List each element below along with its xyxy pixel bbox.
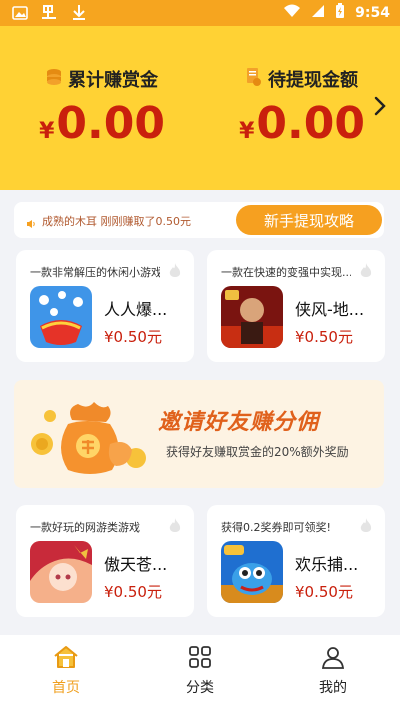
game-title: 侠风-地... <box>295 300 365 319</box>
currency-symbol: ¥ <box>239 119 255 144</box>
game-description: 一款好玩的网游类游戏 <box>30 521 140 534</box>
game-card[interactable]: 一款在快速的变强中实现... 侠风-地... ¥0.50元 <box>207 250 385 362</box>
tab-home[interactable]: 首页 <box>26 645 106 697</box>
total-earned-stat: 累计赚赏金 ¥0.00 <box>22 66 182 146</box>
game-reward: ¥0.50元 <box>295 583 353 601</box>
grid-icon <box>188 646 212 673</box>
tab-profile[interactable]: 我的 <box>293 645 373 697</box>
total-earned-value: 0.00 <box>56 98 165 149</box>
earnings-header: 累计赚赏金 ¥0.00 待提现金额 ¥0.00 <box>0 26 400 190</box>
fire-icon <box>168 517 182 538</box>
battery-icon <box>335 3 345 23</box>
game-title: 欢乐捕... <box>295 555 359 574</box>
game-description: 一款非常解压的休闲小游戏 <box>30 266 160 279</box>
pending-withdrawal-amount: ¥0.00 <box>222 102 382 146</box>
currency-symbol: ¥ <box>39 119 55 144</box>
game-description: 获得0.2奖券即可领奖! <box>221 521 331 534</box>
game-card[interactable]: 获得0.2奖券即可领奖! 欢乐捕... ¥0.50元 <box>207 505 385 617</box>
banner-title: 邀请好友赚分佣 <box>158 410 320 435</box>
download-icon <box>72 4 86 24</box>
gallery-icon <box>12 5 28 24</box>
game-card[interactable]: 一款非常解压的休闲小游戏 人人爆... ¥0.50元 <box>16 250 194 362</box>
fire-icon <box>359 517 373 538</box>
game-reward: ¥0.50元 <box>295 328 353 346</box>
status-time: 9:54 <box>355 5 390 21</box>
game-card[interactable]: 一款好玩的网游类游戏 傲天苍... ¥0.50元 <box>16 505 194 617</box>
game-reward: ¥0.50元 <box>104 328 162 346</box>
speaker-icon <box>26 214 36 233</box>
chevron-right-icon[interactable] <box>374 96 386 120</box>
withdrawal-guide-button[interactable]: 新手提现攻略 <box>236 205 382 235</box>
tab-home-label: 首页 <box>52 680 80 696</box>
ticker-message: 成熟的木耳 刚刚赚取了0.50元 <box>42 215 191 228</box>
wifi-icon <box>283 4 301 22</box>
fire-icon <box>359 262 373 283</box>
invite-friends-banner[interactable]: 邀请好友赚分佣 获得好友赚取赏金的20%额外奖励 <box>14 380 384 488</box>
fire-icon <box>168 262 182 283</box>
tab-categories-label: 分类 <box>186 680 214 696</box>
status-bar: 9:54 <box>0 0 400 26</box>
game-icon-image <box>221 541 283 603</box>
game-icon-image <box>30 286 92 348</box>
game-description: 一款在快速的变强中实现... <box>221 266 351 279</box>
app-notification-icon <box>40 4 60 24</box>
game-title: 人人爆... <box>104 300 168 319</box>
bottom-navigation: 首页 分类 我的 <box>0 635 400 711</box>
earnings-ticker: 成熟的木耳 刚刚赚取了0.50元 新手提现攻略 <box>14 202 384 238</box>
game-icon-image <box>221 286 283 348</box>
document-coin-icon <box>246 67 262 92</box>
tab-categories[interactable]: 分类 <box>160 645 240 697</box>
game-title: 傲天苍... <box>104 555 168 574</box>
home-icon <box>53 646 79 673</box>
coin-stack-icon <box>46 68 62 91</box>
pending-withdrawal-stat: 待提现金额 ¥0.00 <box>222 66 382 146</box>
total-earned-label: 累计赚赏金 <box>68 70 158 91</box>
pending-withdrawal-value: 0.00 <box>256 98 365 149</box>
money-bag-icon <box>28 390 152 486</box>
mobile-signal-icon <box>311 4 325 22</box>
banner-subtitle: 获得好友赚取赏金的20%额外奖励 <box>166 445 349 459</box>
game-icon-image <box>30 541 92 603</box>
game-reward: ¥0.50元 <box>104 583 162 601</box>
pending-withdrawal-label: 待提现金额 <box>268 70 358 91</box>
total-earned-amount: ¥0.00 <box>22 102 182 146</box>
tab-profile-label: 我的 <box>319 680 347 696</box>
user-icon <box>321 647 345 673</box>
